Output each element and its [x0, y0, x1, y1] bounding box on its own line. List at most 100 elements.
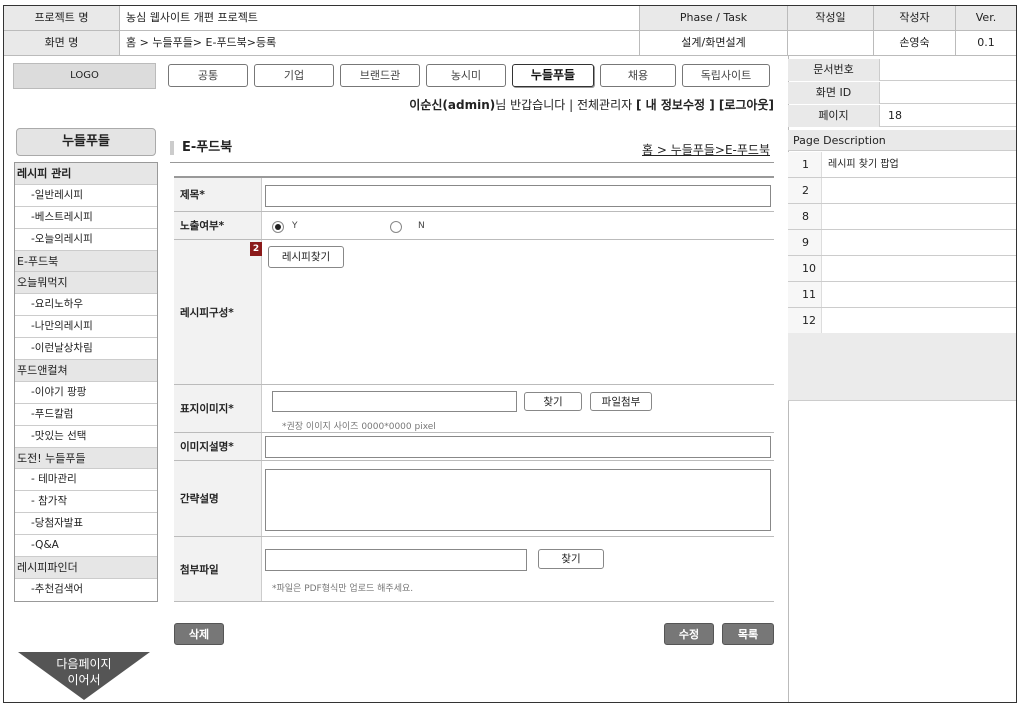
title-divider [170, 162, 774, 163]
description-row: 9 [788, 230, 1016, 256]
cover-image-path-input[interactable] [272, 391, 517, 412]
sidebar-title[interactable]: 누들푸들 [16, 128, 156, 156]
attachment-label: 첨부파일 [174, 537, 262, 601]
recipe-composition-cell: 2 레시피찾기 [250, 240, 774, 384]
screen-name-value: 홈 > 누들푸들> E-푸드북>등록 [120, 31, 640, 56]
sidebar-item-qna[interactable]: -Q&A [15, 535, 157, 558]
sidebar-item-recipe-finder[interactable]: 레시피파인더 [15, 557, 157, 579]
description-number: 10 [788, 256, 822, 281]
document-header: 프로젝트 명 농심 웹사이트 개편 프로젝트 Phase / Task 작성일 … [4, 6, 1016, 56]
next-page-arrow: 다음페이지 이어서 [18, 652, 150, 700]
recipe-find-button[interactable]: 레시피찾기 [268, 246, 344, 268]
sidebar-item-entries[interactable]: - 참가작 [15, 491, 157, 514]
created-value [788, 31, 874, 56]
tab-common[interactable]: 공통 [168, 64, 248, 87]
sidebar-item-general-recipe[interactable]: -일반레시피 [15, 185, 157, 207]
sidebar-item-winners[interactable]: -당첨자발표 [15, 513, 157, 536]
user-name: 이순신(admin) [409, 98, 496, 112]
next-page-label: 다음페이지 이어서 [18, 656, 150, 688]
version-label: Ver. [956, 6, 1016, 31]
attachment-cell: 찾기 *파일은 PDF형식만 업로드 해주세요. [262, 537, 774, 601]
description-row: 1 레시피 찾기 팝업 [788, 152, 1016, 178]
description-text: 레시피 찾기 팝업 [828, 159, 899, 170]
version-value: 0.1 [956, 31, 1016, 56]
sidebar-item-challenge[interactable]: 도전! 누들푸들 [15, 447, 157, 470]
tab-recruit[interactable]: 채용 [600, 64, 676, 87]
sidebar-item-cooking-knowhow[interactable]: -요리노하우 [15, 294, 157, 317]
sidebar-item-recipe-manage[interactable]: 레시피 관리 [15, 163, 157, 185]
logo[interactable]: LOGO [13, 63, 156, 89]
image-description-cell [262, 433, 774, 460]
title-label: 제목* [174, 178, 262, 211]
cover-image-row: 표지이미지* 찾기 파일첨부 *권장 이이지 사이즈 0000*0000 pix… [174, 385, 774, 433]
sidebar-item-recommended-keywords[interactable]: -추천검색어 [15, 579, 157, 601]
foodbook-form: 제목* 노출여부* Y N 레시피구성* 2 레시피찾기 표지이미지* 찾기 파… [174, 176, 774, 602]
sidebar-item-food-column[interactable]: -푸드칼럼 [15, 404, 157, 426]
sidebar-item-what-to-eat[interactable]: 오늘뭐먹지 [15, 272, 157, 295]
cover-attach-button[interactable]: 파일첨부 [590, 392, 652, 411]
tab-independent-site[interactable]: 독립사이트 [682, 64, 770, 87]
sidebar-item-story[interactable]: -이야기 팡팡 [15, 382, 157, 404]
tab-company[interactable]: 기업 [254, 64, 334, 87]
image-description-label: 이미지설명* [174, 433, 262, 460]
expose-y-label: Y [292, 221, 298, 231]
sidebar-item-table-setting[interactable]: -이런날상차림 [15, 338, 157, 361]
page-value: 18 [888, 109, 902, 122]
description-number: 9 [788, 230, 822, 255]
attachment-row: 첨부파일 찾기 *파일은 PDF형식만 업로드 해주세요. [174, 537, 774, 602]
sidebar-item-today-recipe[interactable]: -오늘의레시피 [15, 229, 157, 251]
expose-n-radio[interactable] [390, 221, 402, 233]
summary-cell [262, 461, 774, 536]
sidebar-item-food-culture[interactable]: 푸드앤컬쳐 [15, 360, 157, 382]
delete-button[interactable]: 삭제 [174, 623, 224, 645]
screen-id-label: 화면 ID [788, 82, 880, 104]
attachment-path-input[interactable] [265, 549, 527, 571]
sidebar-item-tasty-choice[interactable]: -맛있는 선택 [15, 426, 157, 448]
summary-label: 간략설명 [174, 461, 262, 536]
author-label: 작성자 [874, 6, 956, 31]
description-number: 2 [788, 178, 822, 203]
cover-image-cell: 찾기 파일첨부 *권장 이이지 사이즈 0000*0000 pixel [262, 385, 774, 432]
recipe-composition-row: 레시피구성* 2 레시피찾기 [174, 240, 774, 385]
page-description-header: Page Description [788, 130, 1016, 151]
image-description-row: 이미지설명* [174, 433, 774, 461]
page-title: E-푸드북 [170, 141, 232, 155]
created-label: 작성일 [788, 6, 874, 31]
sidebar-menu: 레시피 관리 -일반레시피 -베스트레시피 -오늘의레시피 E-푸드북 오늘뭐먹… [14, 162, 158, 602]
title-value-cell [262, 178, 774, 211]
next-page-line1: 다음페이지 [56, 657, 112, 671]
cover-image-hint: *권장 이이지 사이즈 0000*0000 pixel [282, 422, 436, 432]
expose-y-radio[interactable] [272, 221, 284, 233]
description-number: 8 [788, 204, 822, 229]
attachment-find-button[interactable]: 찾기 [538, 549, 604, 569]
sidebar-item-theme-manage[interactable]: - 테마관리 [15, 469, 157, 492]
edit-button[interactable]: 수정 [664, 623, 714, 645]
description-number: 1 [788, 152, 822, 177]
admin-nav: LOGO 공통 기업 브랜드관 농시미 누들푸들 채용 독립사이트 이순신(ad… [4, 56, 788, 130]
sidebar-item-best-recipe[interactable]: -베스트레시피 [15, 207, 157, 229]
user-greeting: 님 반갑습니다 | 전체관리자 [495, 98, 633, 112]
sidebar-item-my-recipe[interactable]: -나만의레시피 [15, 316, 157, 339]
phase-value: 설계/화면설계 [640, 31, 788, 56]
project-name-value: 농심 웹사이트 개편 프로젝트 [120, 6, 640, 31]
page-label: 페이지 [788, 105, 880, 127]
page-row: 페이지 18 [788, 105, 1016, 127]
tab-brand[interactable]: 브랜드관 [340, 64, 420, 87]
doc-no-row: 문서번호 [788, 59, 1016, 81]
tab-noodlefoodle[interactable]: 누들푸들 [512, 64, 594, 87]
breadcrumb[interactable]: 홈 > 누들푸들>E-푸드북 [642, 141, 770, 158]
image-description-input[interactable] [265, 436, 771, 458]
summary-textarea[interactable] [265, 469, 771, 531]
description-number: 11 [788, 282, 822, 307]
cover-find-button[interactable]: 찾기 [524, 392, 582, 411]
tab-nongsimi[interactable]: 농시미 [426, 64, 506, 87]
phase-label: Phase / Task [640, 6, 788, 31]
cover-image-label: 표지이미지* [174, 385, 262, 432]
description-row: 2 [788, 178, 1016, 204]
description-row: 11 [788, 282, 1016, 308]
list-button[interactable]: 목록 [722, 623, 774, 645]
sidebar-item-e-foodbook[interactable]: E-푸드북 [15, 250, 157, 273]
title-input[interactable] [265, 185, 771, 207]
description-row: 8 [788, 204, 1016, 230]
user-links[interactable]: [ 내 정보수정 ] [로그아웃] [636, 98, 774, 112]
